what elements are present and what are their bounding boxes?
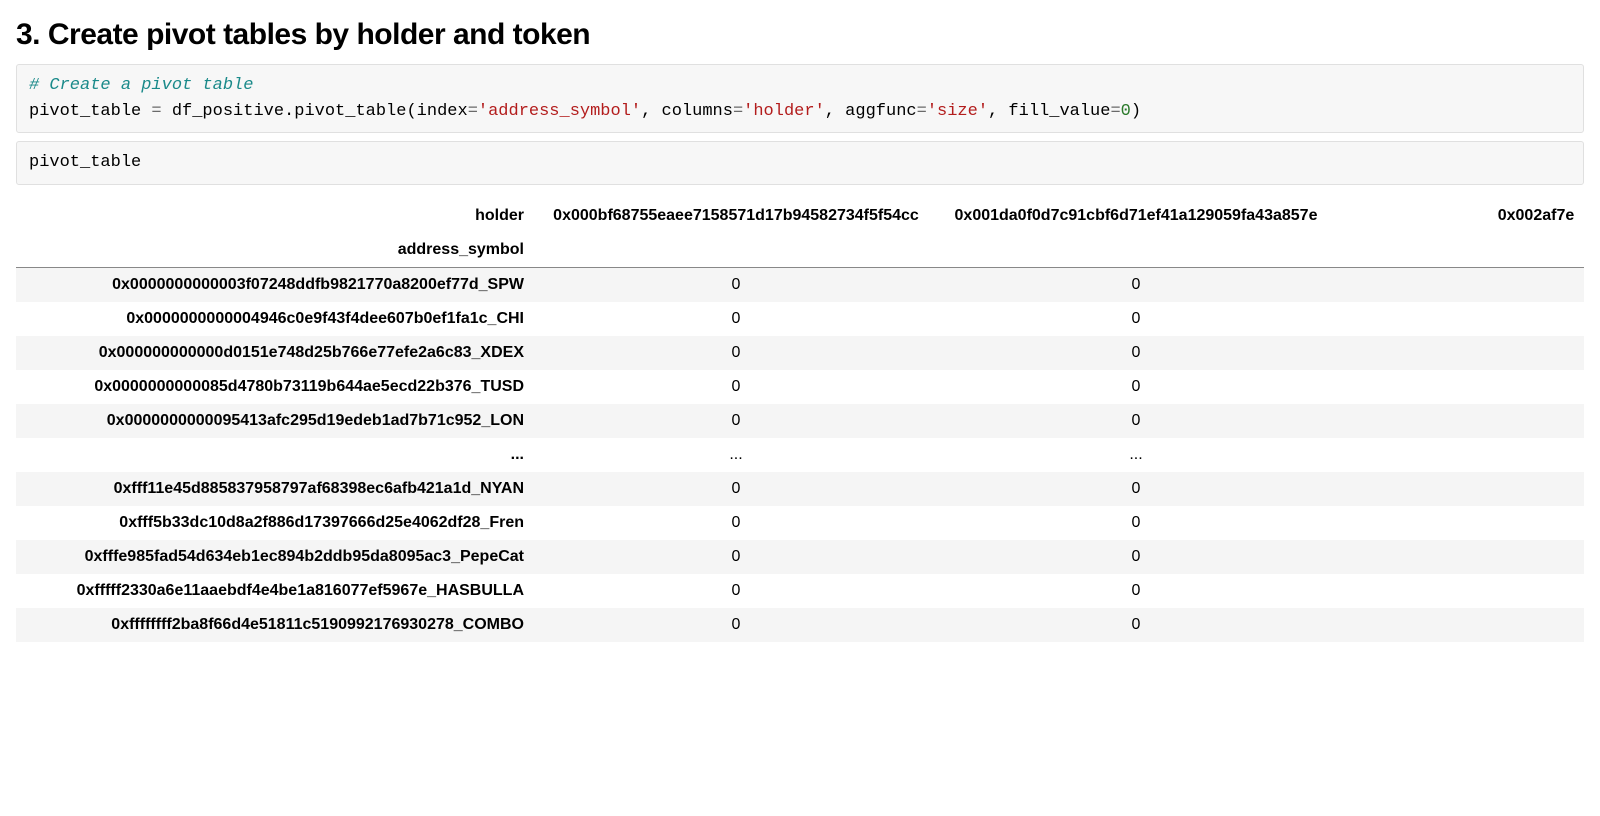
table-row: 0xfff11e45d885837958797af68398ec6afb421a…: [16, 472, 1584, 506]
cell-value: 0: [536, 404, 936, 438]
code-line: pivot_table = df_positive.pivot_table(in…: [29, 102, 1141, 121]
column-header: 0x001da0f0d7c91cbf6d71ef41a129059fa43a85…: [936, 199, 1336, 233]
code-cell-2[interactable]: pivot_table: [16, 141, 1584, 185]
table-row: 0xfffe985fad54d634eb1ec894b2ddb95da8095a…: [16, 540, 1584, 574]
cell-value: 0: [936, 540, 1336, 574]
row-index: 0xfff5b33dc10d8a2f886d17397666d25e4062df…: [16, 506, 536, 540]
cell-value: 0: [936, 404, 1336, 438]
table-row: 0x0000000000085d4780b73119b644ae5ecd22b3…: [16, 370, 1584, 404]
table-row: 0xffffffff2ba8f66d4e51811c51909921769302…: [16, 608, 1584, 642]
index-name: address_symbol: [16, 233, 536, 268]
cell-value: [1336, 302, 1584, 336]
cell-value: 0: [936, 574, 1336, 608]
column-header: 0x002af7e: [1336, 199, 1584, 233]
cell-value: 0: [936, 267, 1336, 302]
cell-value: [1336, 540, 1584, 574]
table-header-row-columns: holder 0x000bf68755eaee7158571d17b945827…: [16, 199, 1584, 233]
output-dataframe[interactable]: holder 0x000bf68755eaee7158571d17b945827…: [16, 199, 1584, 642]
cell-value: 0: [936, 336, 1336, 370]
cell-value: [1336, 336, 1584, 370]
cell-value: [1336, 438, 1584, 472]
cell-value: 0: [936, 472, 1336, 506]
cell-value: [1336, 370, 1584, 404]
cell-value: [1336, 404, 1584, 438]
cell-value: 0: [536, 267, 936, 302]
row-index: 0xfffe985fad54d634eb1ec894b2ddb95da8095a…: [16, 540, 536, 574]
table-row: 0x0000000000004946c0e9f43f4dee607b0ef1fa…: [16, 302, 1584, 336]
cell-value: 0: [536, 302, 936, 336]
row-index: 0x0000000000095413afc295d19edeb1ad7b71c9…: [16, 404, 536, 438]
table-row: 0x0000000000003f07248ddfb9821770a8200ef7…: [16, 267, 1584, 302]
table-header-row-index: address_symbol: [16, 233, 1584, 268]
cell-value: 0: [936, 302, 1336, 336]
row-index: 0x0000000000004946c0e9f43f4dee607b0ef1fa…: [16, 302, 536, 336]
cell-value: 0: [536, 370, 936, 404]
cell-value: 0: [536, 472, 936, 506]
cell-value: [1336, 506, 1584, 540]
cell-value: [1336, 608, 1584, 642]
row-index: 0x000000000000d0151e748d25b766e77efe2a6c…: [16, 336, 536, 370]
column-header: 0x000bf68755eaee7158571d17b94582734f5f54…: [536, 199, 936, 233]
cell-value: [1336, 574, 1584, 608]
cell-value: 0: [936, 370, 1336, 404]
table-row: 0xfffff2330a6e11aaebdf4e4be1a816077ef596…: [16, 574, 1584, 608]
table-row: .........: [16, 438, 1584, 472]
row-index: 0xfff11e45d885837958797af68398ec6afb421a…: [16, 472, 536, 506]
cell-value: 0: [936, 608, 1336, 642]
cell-value: 0: [536, 574, 936, 608]
cell-value: 0: [936, 506, 1336, 540]
cell-value: 0: [536, 608, 936, 642]
row-index: ...: [16, 438, 536, 472]
code-cell-1[interactable]: # Create a pivot table pivot_table = df_…: [16, 64, 1584, 133]
cell-value: ...: [536, 438, 936, 472]
table-row: 0xfff5b33dc10d8a2f886d17397666d25e4062df…: [16, 506, 1584, 540]
cell-value: 0: [536, 336, 936, 370]
section-heading: 3. Create pivot tables by holder and tok…: [16, 18, 1584, 52]
table-row: 0x000000000000d0151e748d25b766e77efe2a6c…: [16, 336, 1584, 370]
pivot-table: holder 0x000bf68755eaee7158571d17b945827…: [16, 199, 1584, 642]
cell-value: [1336, 472, 1584, 506]
table-row: 0x0000000000095413afc295d19edeb1ad7b71c9…: [16, 404, 1584, 438]
cell-value: ...: [936, 438, 1336, 472]
cell-value: 0: [536, 540, 936, 574]
row-index: 0x0000000000003f07248ddfb9821770a8200ef7…: [16, 267, 536, 302]
row-index: 0x0000000000085d4780b73119b644ae5ecd22b3…: [16, 370, 536, 404]
cell-value: [1336, 267, 1584, 302]
code-comment: # Create a pivot table: [29, 76, 253, 95]
row-index: 0xfffff2330a6e11aaebdf4e4be1a816077ef596…: [16, 574, 536, 608]
columns-name: holder: [16, 199, 536, 233]
cell-value: 0: [536, 506, 936, 540]
row-index: 0xffffffff2ba8f66d4e51811c51909921769302…: [16, 608, 536, 642]
